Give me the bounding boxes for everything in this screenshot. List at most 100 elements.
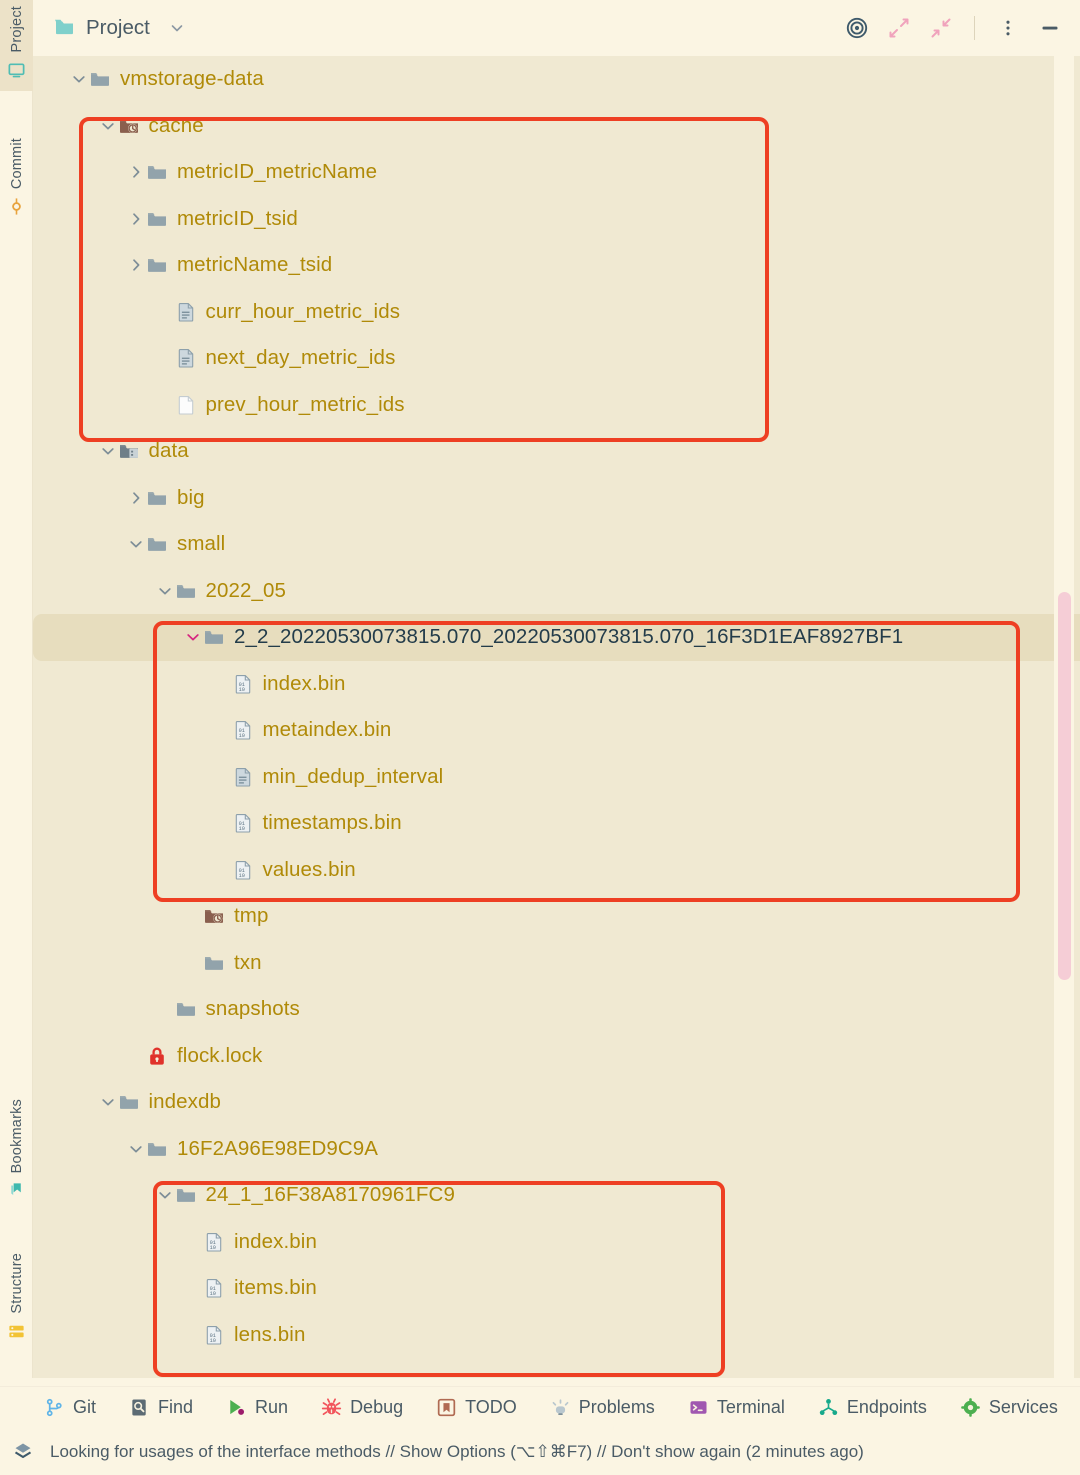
file-lock-icon xyxy=(146,1045,168,1067)
tree-folder-row[interactable]: 2022_05 xyxy=(33,568,1080,615)
folder-icon xyxy=(175,580,197,602)
tree-folder-row[interactable]: cache xyxy=(33,103,1080,150)
tree-node-label: metaindex.bin xyxy=(262,718,392,742)
bottom-tool-services[interactable]: Services xyxy=(960,1397,1058,1418)
bottom-tool-git[interactable]: Git xyxy=(44,1397,96,1418)
tree-folder-row[interactable]: tmp xyxy=(33,893,1080,940)
tree-node-label: cache xyxy=(148,113,204,137)
tree-arrow-placeholder xyxy=(212,720,232,740)
file-blank-icon xyxy=(175,394,197,416)
tree-node-label: txn xyxy=(234,950,262,974)
tree-scrollbar-thumb[interactable] xyxy=(1058,592,1071,980)
sidebar-tab-structure[interactable]: Structure xyxy=(0,1247,33,1352)
tree-folder-row[interactable]: txn xyxy=(33,940,1080,987)
sidebar-tab-commit-label: Commit xyxy=(8,138,25,190)
tree-folder-row[interactable]: data xyxy=(33,428,1080,475)
debug-bug-icon xyxy=(321,1397,342,1418)
file-text-icon xyxy=(175,347,197,369)
tree-node-label: timestamps.bin xyxy=(262,811,402,835)
sidebar-tab-commit[interactable]: Commit xyxy=(0,132,33,227)
tree-folder-row[interactable]: metricName_tsid xyxy=(33,242,1080,289)
file-binary-icon: 01 10 xyxy=(232,859,254,881)
bottom-tool-debug[interactable]: Debug xyxy=(321,1397,403,1418)
tree-node-label: index.bin xyxy=(234,1229,317,1253)
tree-node-label: big xyxy=(177,485,205,509)
chevron-down-icon[interactable] xyxy=(69,69,89,89)
tree-arrow-placeholder xyxy=(212,860,232,880)
tree-node-label: lens.bin xyxy=(234,1322,306,1346)
tree-file-row[interactable]: flock.lock xyxy=(33,1033,1080,1080)
tree-scrollbar-track[interactable] xyxy=(1054,56,1074,1378)
tree-folder-row[interactable]: small xyxy=(33,521,1080,568)
chevron-right-icon[interactable] xyxy=(126,162,146,182)
tree-folder-row[interactable]: snapshots xyxy=(33,986,1080,1033)
services-gear-icon xyxy=(960,1397,981,1418)
tree-node-label: prev_hour_metric_ids xyxy=(205,392,405,416)
file-binary-icon: 01 10 xyxy=(203,1231,225,1253)
bottom-tool-problems[interactable]: Problems xyxy=(550,1397,655,1418)
tree-file-row[interactable]: 01 10 index.bin xyxy=(33,1219,1080,1266)
tree-arrow-placeholder xyxy=(212,767,232,787)
tree-file-row[interactable]: 01 10 index.bin xyxy=(33,661,1080,708)
tree-folder-row[interactable]: 24_1_16F38A8170961FC9 xyxy=(33,1172,1080,1219)
tree-file-row[interactable]: 01 10 items.bin xyxy=(33,1265,1080,1312)
tree-file-row[interactable]: 01 10 values.bin xyxy=(33,847,1080,894)
folder-icon xyxy=(175,998,197,1020)
chevron-right-icon[interactable] xyxy=(126,488,146,508)
bottom-tool-window-bar: Git Find Run Debug TODO Problems Terminal Endpo… xyxy=(0,1386,1080,1428)
tree-folder-row[interactable]: metricID_tsid xyxy=(33,196,1080,243)
tree-folder-row[interactable]: big xyxy=(33,475,1080,522)
tree-file-row[interactable]: next_day_metric_ids xyxy=(33,335,1080,382)
chevron-down-icon[interactable] xyxy=(155,1185,175,1205)
folder-icon xyxy=(118,1091,140,1113)
file-binary-icon: 01 10 xyxy=(232,812,254,834)
tree-folder-row[interactable]: 16F2A96E98ED9C9A xyxy=(33,1126,1080,1173)
sidebar-tab-bookmarks[interactable]: Bookmarks xyxy=(0,1093,33,1211)
more-options-icon[interactable] xyxy=(994,14,1022,42)
sidebar-tab-project[interactable]: Project xyxy=(0,0,33,91)
find-icon xyxy=(129,1397,150,1418)
chevron-down-icon[interactable] xyxy=(155,581,175,601)
tree-file-row[interactable]: min_dedup_interval xyxy=(33,754,1080,801)
bottom-tool-label: Debug xyxy=(350,1396,404,1417)
hide-icon[interactable] xyxy=(1036,14,1064,42)
tree-folder-row[interactable]: 2_2_20220530073815.070_20220530073815.07… xyxy=(33,614,1080,661)
expand-all-icon[interactable] xyxy=(885,14,913,42)
chevron-down-icon[interactable] xyxy=(98,116,118,136)
tree-file-row[interactable]: 01 10 metaindex.bin xyxy=(33,707,1080,754)
tree-file-row[interactable]: prev_hour_metric_ids xyxy=(33,382,1080,429)
chevron-right-icon[interactable] xyxy=(126,209,146,229)
tree-file-row[interactable]: curr_hour_metric_ids xyxy=(33,289,1080,336)
chevron-down-icon[interactable] xyxy=(98,441,118,461)
tree-folder-row[interactable]: vmstorage-data xyxy=(33,56,1080,103)
tree-file-row[interactable]: 01 10 lens.bin xyxy=(33,1312,1080,1359)
chevron-down-icon[interactable] xyxy=(126,534,146,554)
tree-node-label: min_dedup_interval xyxy=(262,764,444,788)
bottom-tool-label: Find xyxy=(158,1396,194,1417)
bottom-tool-terminal[interactable]: Terminal xyxy=(688,1397,785,1418)
tree-folder-row[interactable]: indexdb xyxy=(33,1079,1080,1126)
file-binary-icon: 01 10 xyxy=(232,673,254,695)
tree-node-label: vmstorage-data xyxy=(120,67,264,91)
tree-folder-row[interactable]: metricID_metricName xyxy=(33,149,1080,196)
tree-arrow-placeholder xyxy=(155,348,175,368)
bottom-tool-endpoints[interactable]: Endpoints xyxy=(818,1397,927,1418)
chevron-down-icon[interactable] xyxy=(98,1092,118,1112)
folder-icon xyxy=(146,161,168,183)
tree-node-label: indexdb xyxy=(148,1090,222,1114)
chevron-right-icon[interactable] xyxy=(126,255,146,275)
bottom-tool-label: Endpoints xyxy=(846,1396,927,1417)
folder-icon xyxy=(175,1184,197,1206)
bottom-tool-find[interactable]: Find xyxy=(129,1397,193,1418)
collapse-all-icon[interactable] xyxy=(927,14,955,42)
chevron-down-icon[interactable] xyxy=(126,1139,146,1159)
tree-arrow-placeholder xyxy=(126,1046,146,1066)
chevron-down-icon[interactable] xyxy=(163,14,191,42)
bottom-tool-run[interactable]: Run xyxy=(226,1397,288,1418)
chevron-down-icon[interactable] xyxy=(183,627,203,647)
select-opened-file-icon[interactable] xyxy=(843,14,871,42)
bottom-tool-todo[interactable]: TODO xyxy=(436,1397,517,1418)
folder-icon xyxy=(146,487,168,509)
tree-file-row[interactable]: 01 10 timestamps.bin xyxy=(33,800,1080,847)
project-file-tree[interactable]: vmstorage-data cache metricID_metricName me… xyxy=(33,56,1080,1378)
